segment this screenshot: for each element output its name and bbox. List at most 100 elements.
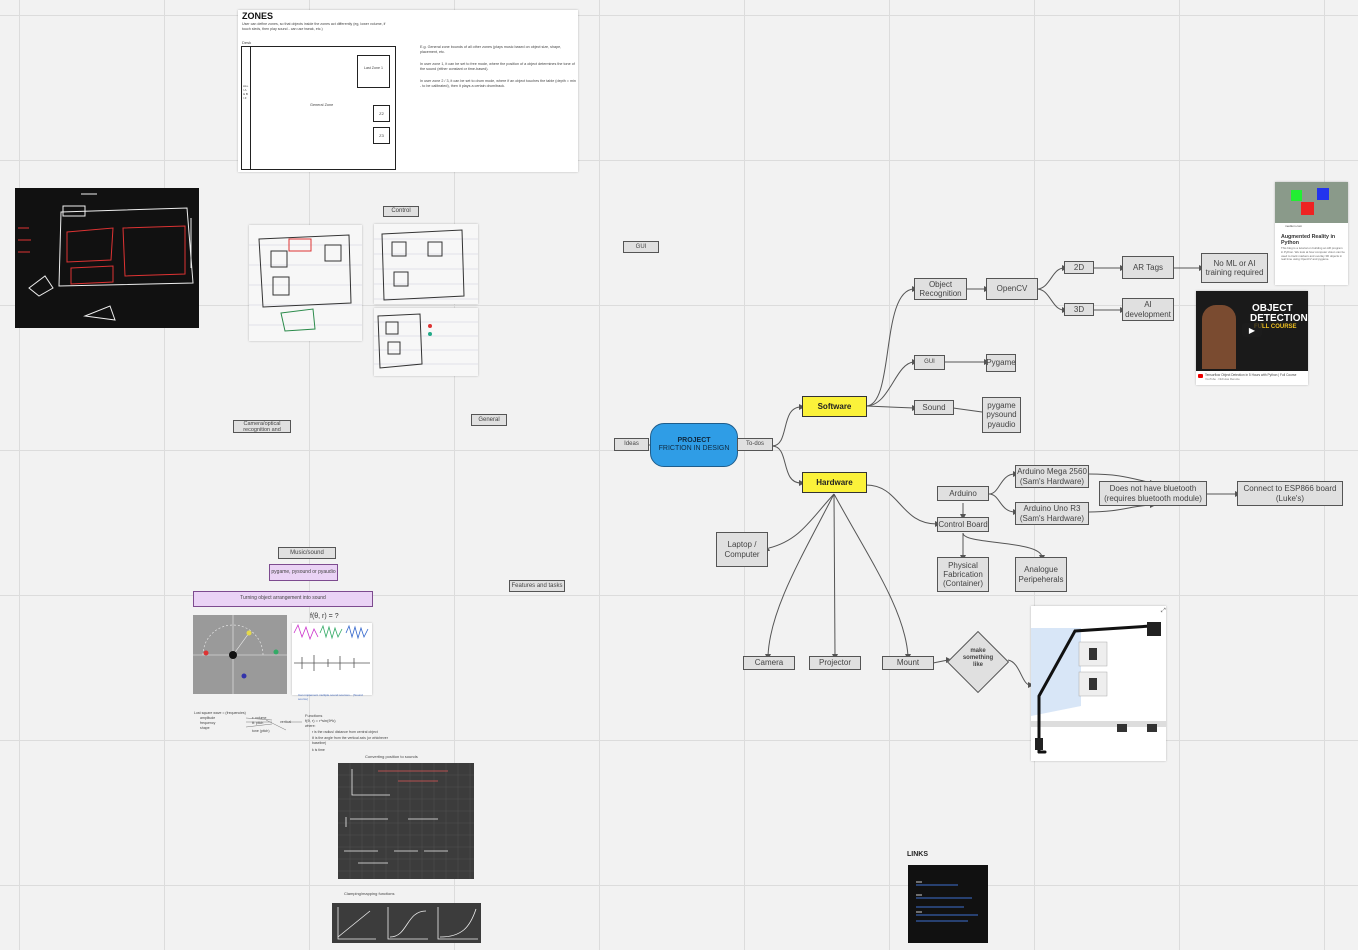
links-list-drawing (916, 881, 978, 922)
left-list-2: frequency (200, 721, 216, 725)
wave-caption: Can implement multiple sound sources... … (298, 693, 363, 701)
converting-label: Converting position to sounds (365, 754, 418, 759)
presenter-figure (1202, 305, 1236, 369)
make-something-label: make something like (962, 648, 994, 669)
formula-label: f(θ, r) = ? (310, 613, 339, 620)
sound-libs-node[interactable]: pygame pysound pyaudio (982, 397, 1021, 433)
mid-list-4: tone (pitch) (252, 729, 270, 733)
mindmap-connectors (245, 265, 1241, 731)
clamping-label: Clamping/mapping functions (344, 891, 395, 896)
ar-cubes-drawing (1291, 188, 1329, 215)
zones-note-2: In user zone 1, it can be set to free mo… (420, 62, 575, 71)
zones-side-label: ALL / A & B / Z (243, 84, 249, 100)
links-title: LINKS (907, 851, 928, 858)
zones-side-strip (242, 47, 251, 169)
sketch-photo-1-drawing (249, 234, 362, 332)
3d-node[interactable]: 3D (1064, 303, 1094, 316)
2d-node[interactable]: 2D (1064, 261, 1094, 274)
ar-card-description: This blog is a tutorial on building an A… (1281, 246, 1345, 262)
functions-bullet-3: k is time (312, 748, 325, 752)
sketch-photo-2-drawing (374, 229, 478, 301)
sketch-photo-3-drawing (374, 313, 478, 369)
laptop-node[interactable]: Laptop / Computer (716, 532, 768, 567)
links-card[interactable] (908, 865, 988, 943)
pygame-node[interactable]: Pygame (986, 354, 1016, 372)
zones-desk-diagram: ALL / A & B / Z Last Zone 1 General Zone… (241, 46, 396, 170)
esp-board-node[interactable]: Connect to ESP866 board (Luke's) (1237, 481, 1343, 506)
physical-fabrication-node[interactable]: Physical Fabrication (Container) (937, 557, 989, 592)
projector-node[interactable]: Projector (809, 656, 861, 670)
chalkboard-converting-drawing (338, 763, 474, 879)
pygame-libs-node[interactable]: pygame, pysound or pyaudio (269, 564, 338, 581)
polar-diagram[interactable] (193, 615, 287, 694)
mount-product-drawing: ⤢ (1031, 607, 1166, 754)
idea-gui-node[interactable]: GUI (623, 241, 659, 253)
chalkboard-converting[interactable] (338, 763, 474, 879)
mount-product-image[interactable]: ⤢ (1031, 606, 1166, 761)
zones-desk-label: Desk (242, 40, 252, 45)
zone2-box: Z2 (373, 105, 390, 122)
software-node[interactable]: Software (802, 396, 867, 417)
ideas-branch-node[interactable]: Ideas (614, 438, 649, 451)
waveform-image[interactable] (292, 623, 372, 695)
project-center-subtitle: FRICTION IN DESIGN (658, 445, 730, 452)
arduino-mega-node[interactable]: Arduino Mega 2560 (Sam's Hardware) (1015, 465, 1089, 488)
sketch-photo-3[interactable] (374, 308, 478, 376)
zones-card: ZONES User can define zones, so that obj… (238, 10, 578, 172)
functions-bullet-1: r is the radius/ distance from central o… (312, 730, 378, 734)
control-board-node[interactable]: Control Board (937, 517, 989, 532)
zones-note-1: E.g. General zone bounds of all other zo… (420, 45, 562, 54)
sketch-interface-drawing (18, 193, 194, 321)
gui-node[interactable]: GUI (914, 355, 945, 370)
analogue-peripherals-node[interactable]: Analogue Peripeherals (1015, 557, 1067, 592)
chalkboard-clamping[interactable] (332, 903, 481, 943)
video-channel: YouTube · Nicholas Renotte (1205, 377, 1240, 381)
youtube-logo-icon (1198, 374, 1203, 378)
zones-intro: User can define zones, so that objects i… (242, 22, 386, 31)
zones-title: ZONES (242, 11, 274, 21)
arduino-node[interactable]: Arduino (937, 486, 989, 501)
sketch-photo-1[interactable] (249, 225, 362, 341)
polar-diagram-drawing (193, 615, 287, 694)
mid-list-3: vertical (280, 720, 292, 724)
ar-card-site: medium.com (1285, 224, 1303, 228)
idea-music-sound-node[interactable]: Music/sound (278, 547, 336, 559)
sketch-interface-dark[interactable] (15, 188, 199, 328)
mount-node[interactable]: Mount (882, 656, 934, 670)
functions-bullet-2: θ is the angle from the vertical axis (o… (312, 736, 388, 745)
video-thumbnail: OBJECT DETECTION FULL COURSE ▶ (1196, 291, 1308, 371)
left-list-title: Lost square wave = (frequencies) (194, 711, 246, 715)
camera-node[interactable]: Camera (743, 656, 795, 670)
turning-arrangement-node[interactable]: Turning object arrangement into sound (193, 591, 373, 607)
arduino-uno-node[interactable]: Arduino Uno R3 (Sam's Hardware) (1015, 502, 1089, 525)
youtube-video-card[interactable]: OBJECT DETECTION FULL COURSE ▶ Tensorflo… (1196, 291, 1308, 385)
ai-development-node[interactable]: AI development (1122, 298, 1174, 321)
zones-note-3: In user zone 2 / 3, it can be set to dru… (420, 79, 576, 88)
idea-general-node[interactable]: General (471, 414, 507, 426)
ar-article-card[interactable]: medium.com Augmented Reality in Python T… (1275, 182, 1348, 285)
idea-control-node[interactable]: Control (383, 206, 419, 217)
sketch-photo-2[interactable] (374, 224, 478, 304)
todos-branch-node[interactable]: To-dos (737, 438, 773, 451)
waveform-drawing (293, 623, 370, 671)
ar-card-title: Augmented Reality in Python (1281, 234, 1336, 247)
zone3-box: Z3 (373, 127, 390, 144)
functions-where: where: (305, 724, 316, 728)
idea-camera-optical-node[interactable]: Camera/optical recognition and (233, 420, 291, 433)
no-ml-node[interactable]: No ML or AI training required (1201, 253, 1268, 283)
mid-list-2: θ: pitch (252, 721, 264, 725)
mid-list-1: r: volume (252, 716, 267, 720)
sound-node[interactable]: Sound (914, 400, 954, 415)
project-center-node[interactable]: PROJECT FRICTION IN DESIGN (650, 423, 738, 467)
ar-tags-node[interactable]: AR Tags (1122, 256, 1174, 279)
no-bluetooth-node[interactable]: Does not have bluetooth (requires blueto… (1099, 481, 1207, 506)
idea-features-node[interactable]: Features and tasks (509, 580, 565, 592)
functions-expr: f(θ, r) = r*sin(θ*k) (305, 718, 336, 723)
ar-card-thumbnail (1275, 182, 1348, 223)
play-icon[interactable]: ▶ (1242, 323, 1262, 337)
project-center-title: PROJECT (677, 436, 711, 444)
hardware-node[interactable]: Hardware (802, 472, 867, 493)
object-recognition-node[interactable]: Object Recognition (914, 278, 967, 300)
opencv-node[interactable]: OpenCV (986, 278, 1038, 300)
left-list-3: shape (200, 726, 210, 730)
